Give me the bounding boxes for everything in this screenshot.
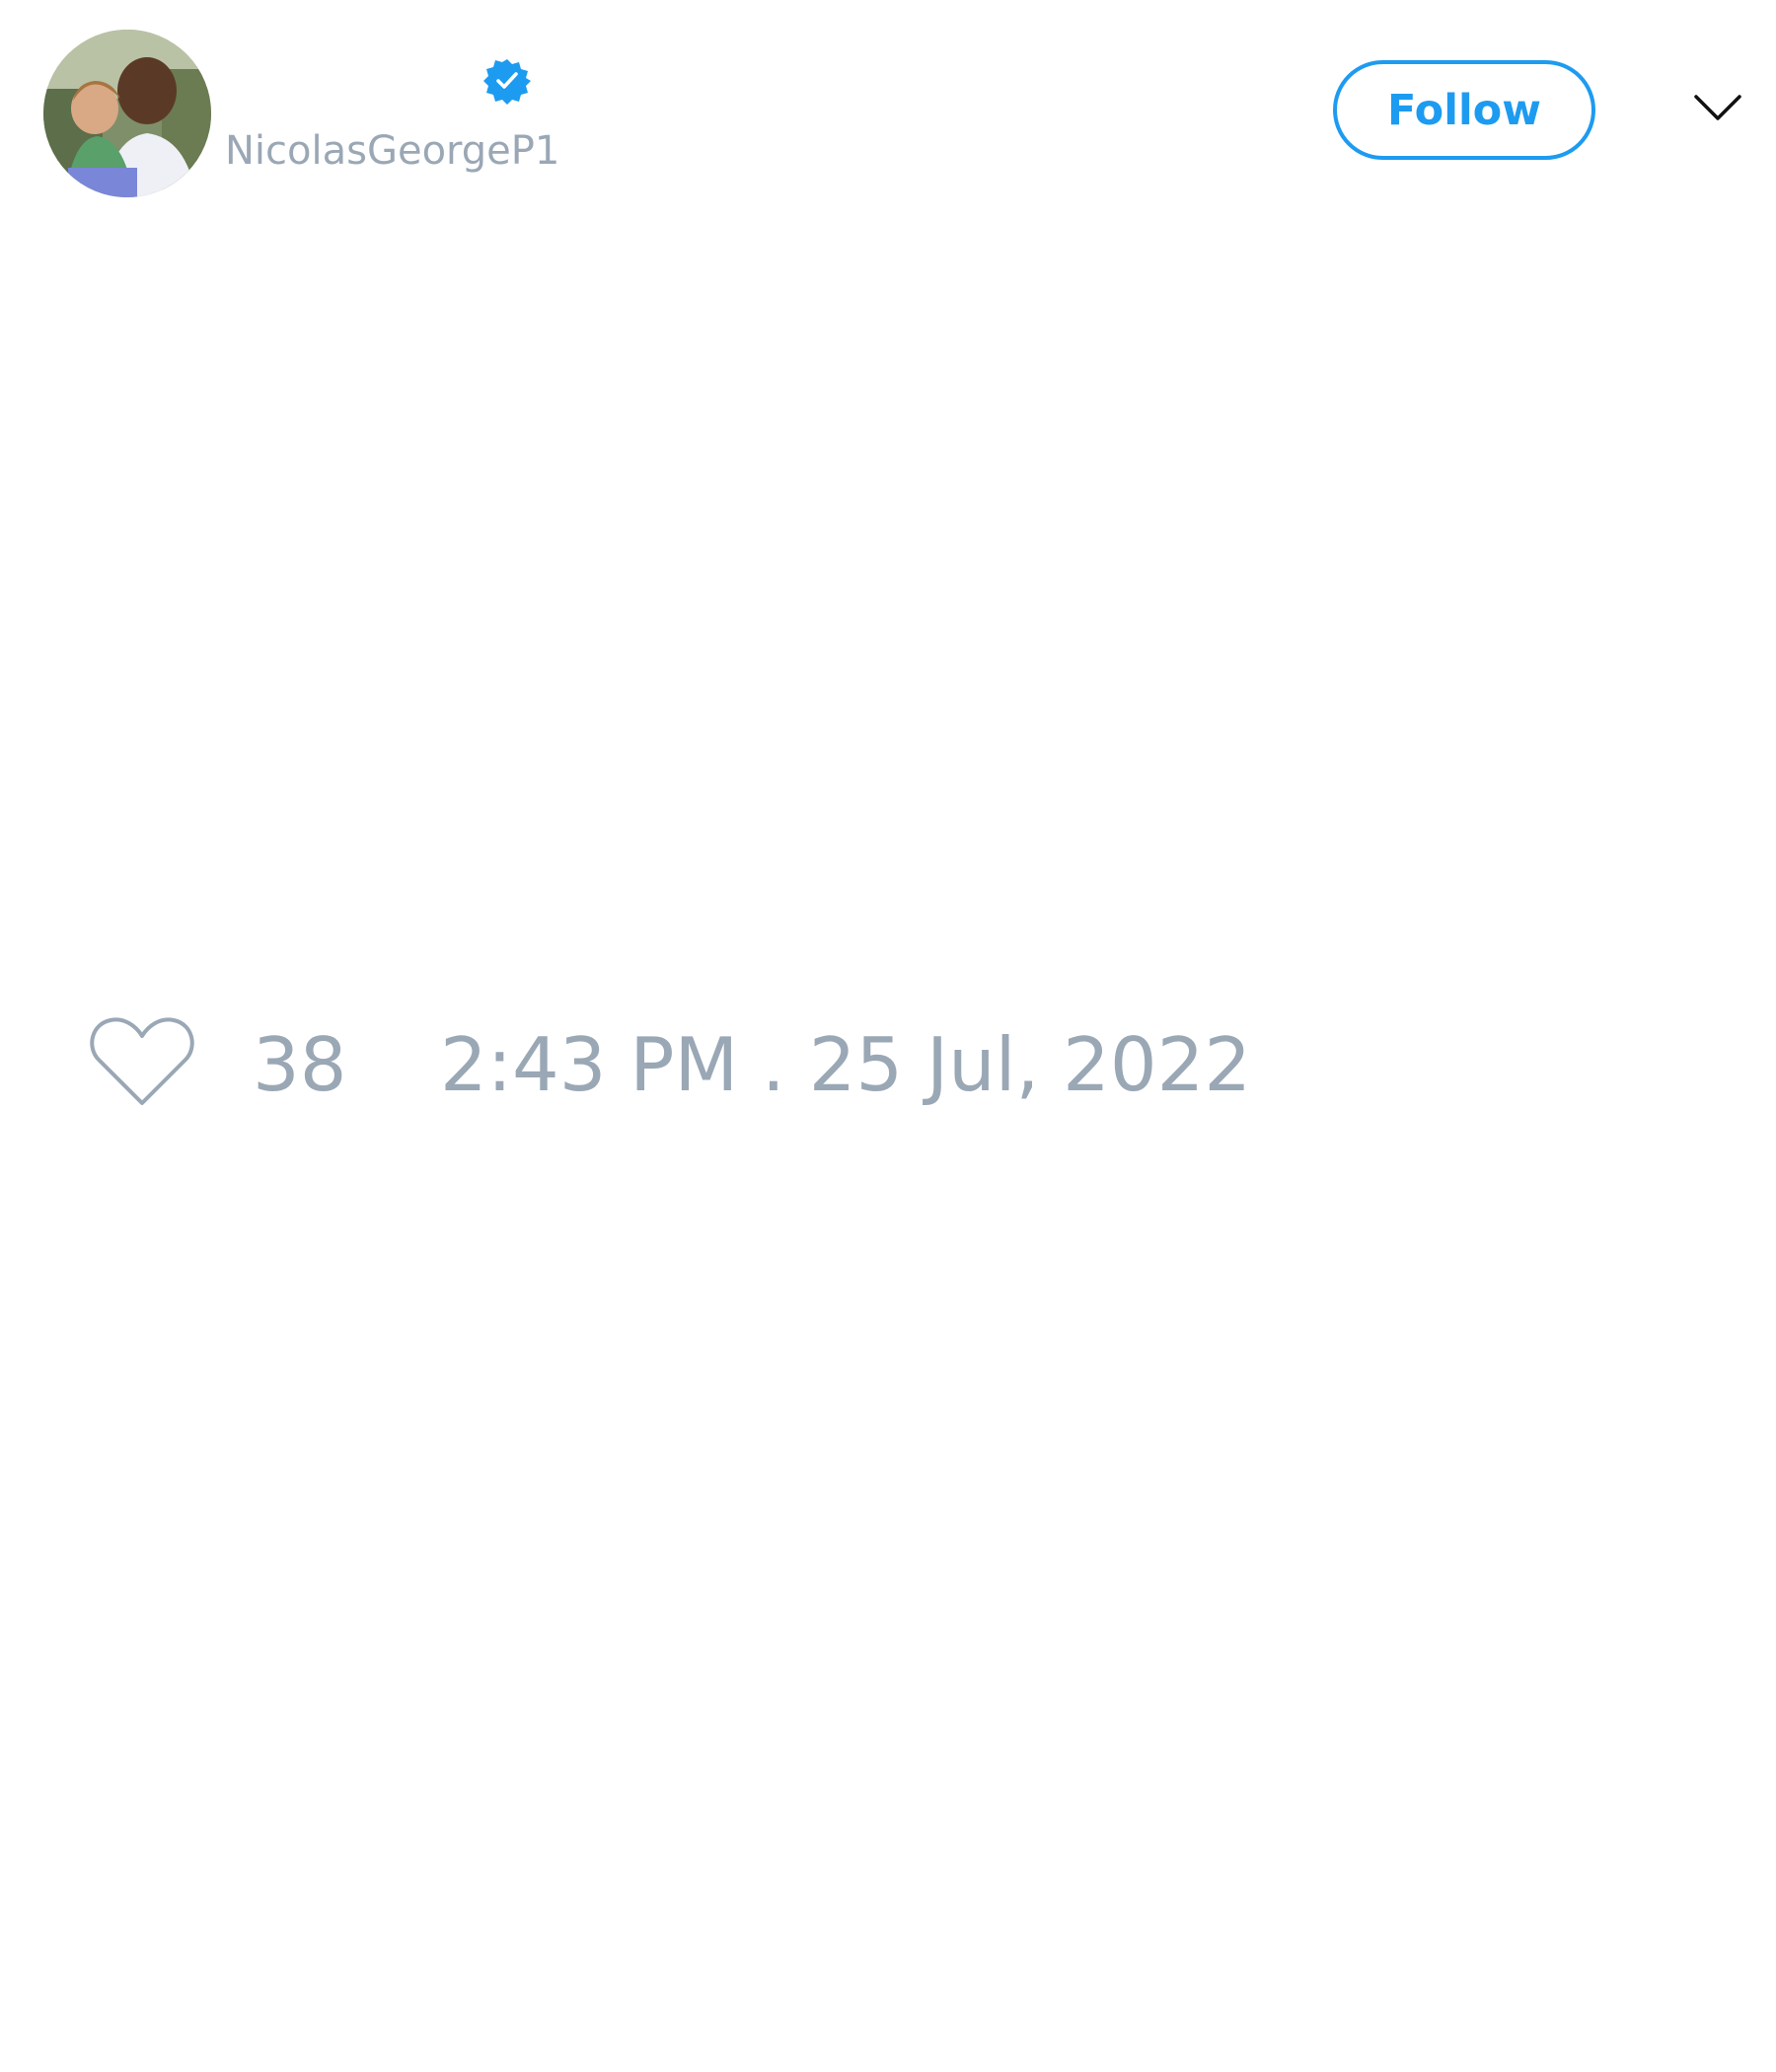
verified-badge-icon xyxy=(483,59,531,105)
like-count: 38 xyxy=(253,1021,347,1108)
follow-button[interactable]: Follow xyxy=(1333,60,1595,160)
tweet-timestamp[interactable]: 2:43 PM . 25 Jul, 2022 xyxy=(440,1020,1251,1109)
avatar[interactable] xyxy=(43,30,211,197)
avatar-photo xyxy=(43,30,211,197)
chevron-down-icon[interactable] xyxy=(1692,89,1743,124)
author-handle[interactable]: NicolasGeorgeP1 xyxy=(225,126,559,176)
heart-icon[interactable] xyxy=(89,1014,195,1109)
